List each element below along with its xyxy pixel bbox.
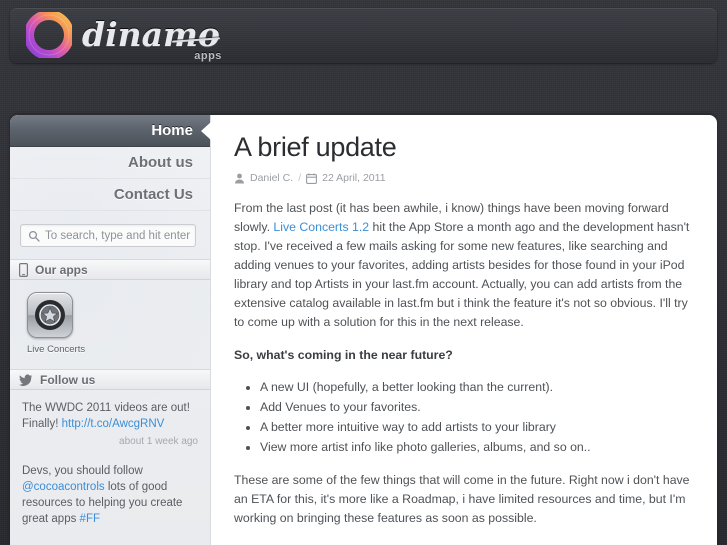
twitter-bird-icon [19,374,32,386]
post-paragraph-2: These are some of the few things that wi… [234,473,690,525]
post-meta: Daniel C. / 22 April, 2011 [234,172,695,184]
page-title: A brief update [234,132,397,162]
twitter-feed: The WWDC 2011 videos are out! Finally! h… [10,390,210,527]
live-concerts-link[interactable]: Live Concerts 1.2 [273,220,369,234]
nav-item-about-us[interactable]: About us [10,147,210,179]
tweet-timestamp: about 1 week ago [119,436,198,447]
list-item: View more artist info like photo galleri… [260,437,695,457]
post-paragraph-1: From the last post (it has been awhile, … [234,199,695,332]
apps-list: Live Concerts [10,280,210,369]
post-subheading: So, what's coming in the near future? [234,348,453,362]
main-navigation: Home About us Contact Us [10,115,211,211]
app-item-live-concerts[interactable]: Live Concerts [27,292,86,355]
brand: dinamo apps [82,12,221,62]
nav-item-label: Contact Us [113,186,193,203]
dinamo-ring-logo-icon [26,12,72,58]
active-arrow-icon [201,121,211,140]
live-concerts-star-icon [27,292,73,338]
user-icon [235,173,244,183]
post-bullet-list: A new UI (hopefully, a better looking th… [234,377,695,457]
list-item: A new UI (hopefully, a better looking th… [260,377,695,397]
brand-name: dinamo [82,15,220,54]
list-item: A better more intuitive way to add artis… [260,417,695,437]
tweet-item: Devs, you should follow @cocoacontrols l… [22,463,198,527]
post-date: 22 April, 2011 [322,172,386,184]
nav-item-contact-us[interactable]: Contact Us [10,179,210,211]
nav-item-label: About us [128,154,193,171]
sidebar: Home About us Contact Us To search, type… [10,115,211,545]
calendar-icon [306,172,318,184]
search-area [10,211,210,259]
post-content: A brief update Daniel C. / 22 April, 201… [211,115,717,545]
tweet-item: The WWDC 2011 videos are out! Finally! h… [22,400,198,450]
logo-link[interactable]: dinamo apps [26,12,221,62]
search-input[interactable] [45,229,195,242]
app-label: Live Concerts [27,344,86,355]
brand-subtitle: apps [194,50,222,62]
main-card: Home About us Contact Us To search, type… [10,115,717,545]
section-header-follow-us: Follow us [10,369,210,390]
nav-item-label: Home [151,122,193,139]
section-header-our-apps: Our apps [10,259,210,280]
tweet-text: Devs, you should follow [22,465,143,477]
site-header: dinamo apps [10,8,717,63]
tweet-mention-link[interactable]: @cocoacontrols [22,481,105,493]
paragraph-text: hit the App Store a month ago and the de… [234,220,690,329]
nav-item-home[interactable]: Home [10,115,211,147]
section-title: Follow us [40,372,96,387]
mobile-phone-icon [19,262,28,277]
search-icon [28,230,40,242]
tweet-hashtag-link[interactable]: #FF [80,513,100,525]
section-title: Our apps [35,262,88,277]
post-author: Daniel C. [250,172,294,184]
meta-separator: / [298,172,302,184]
list-item: Add Venues to your favorites. [260,397,695,417]
search-box[interactable] [20,224,196,247]
tweet-link[interactable]: http://t.co/AwcgRNV [62,418,165,430]
